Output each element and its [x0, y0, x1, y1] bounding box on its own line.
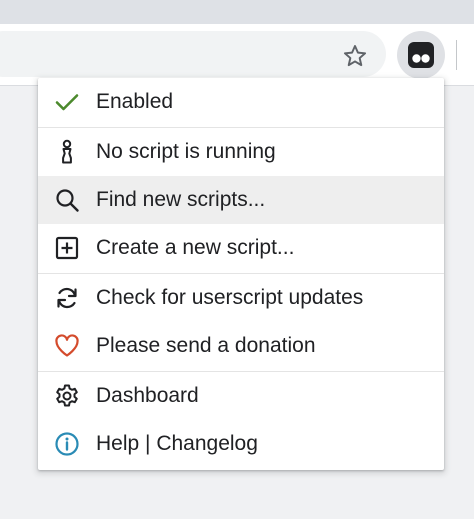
window-top-strip [0, 0, 474, 24]
menu-item-label: Please send a donation [96, 334, 316, 357]
menu-item-check-updates[interactable]: Check for userscript updates [38, 274, 444, 322]
menu-item-label: Find new scripts... [96, 188, 266, 211]
menu-item-enabled[interactable]: Enabled [38, 78, 444, 126]
menu-item-donation[interactable]: Please send a donation [38, 322, 444, 370]
address-bar[interactable] [0, 31, 386, 77]
plus-square-icon [54, 235, 80, 261]
menu-item-label: Check for userscript updates [96, 286, 364, 309]
menu-item-create-new-script[interactable]: Create a new script... [38, 224, 444, 272]
menu-item-help-changelog[interactable]: Help | Changelog [38, 420, 444, 468]
menu-item-label: Help | Changelog [96, 432, 258, 455]
menu-item-label: Enabled [96, 90, 174, 113]
tampermonkey-extension-button[interactable] [397, 31, 445, 79]
tampermonkey-icon [408, 42, 434, 68]
star-outline-icon [343, 45, 367, 67]
heart-icon [54, 333, 80, 359]
info-icon [54, 431, 80, 457]
figure-icon [54, 139, 80, 165]
search-icon [54, 187, 80, 213]
menu-item-no-script-running[interactable]: No script is running [38, 128, 444, 176]
toolbar-divider [456, 40, 457, 70]
gear-icon [54, 383, 80, 409]
checkmark-icon [54, 89, 80, 115]
menu-item-label: Create a new script... [96, 236, 295, 259]
refresh-icon [54, 285, 80, 311]
menu-item-label: No script is running [96, 140, 276, 163]
browser-toolbar [0, 24, 474, 86]
menu-item-label: Dashboard [96, 384, 199, 407]
menu-item-find-new-scripts[interactable]: Find new scripts... [38, 176, 444, 224]
menu-item-dashboard[interactable]: Dashboard [38, 372, 444, 420]
bookmark-button[interactable] [338, 39, 372, 73]
tampermonkey-menu: Enabled No script is running Find new sc… [38, 78, 444, 470]
